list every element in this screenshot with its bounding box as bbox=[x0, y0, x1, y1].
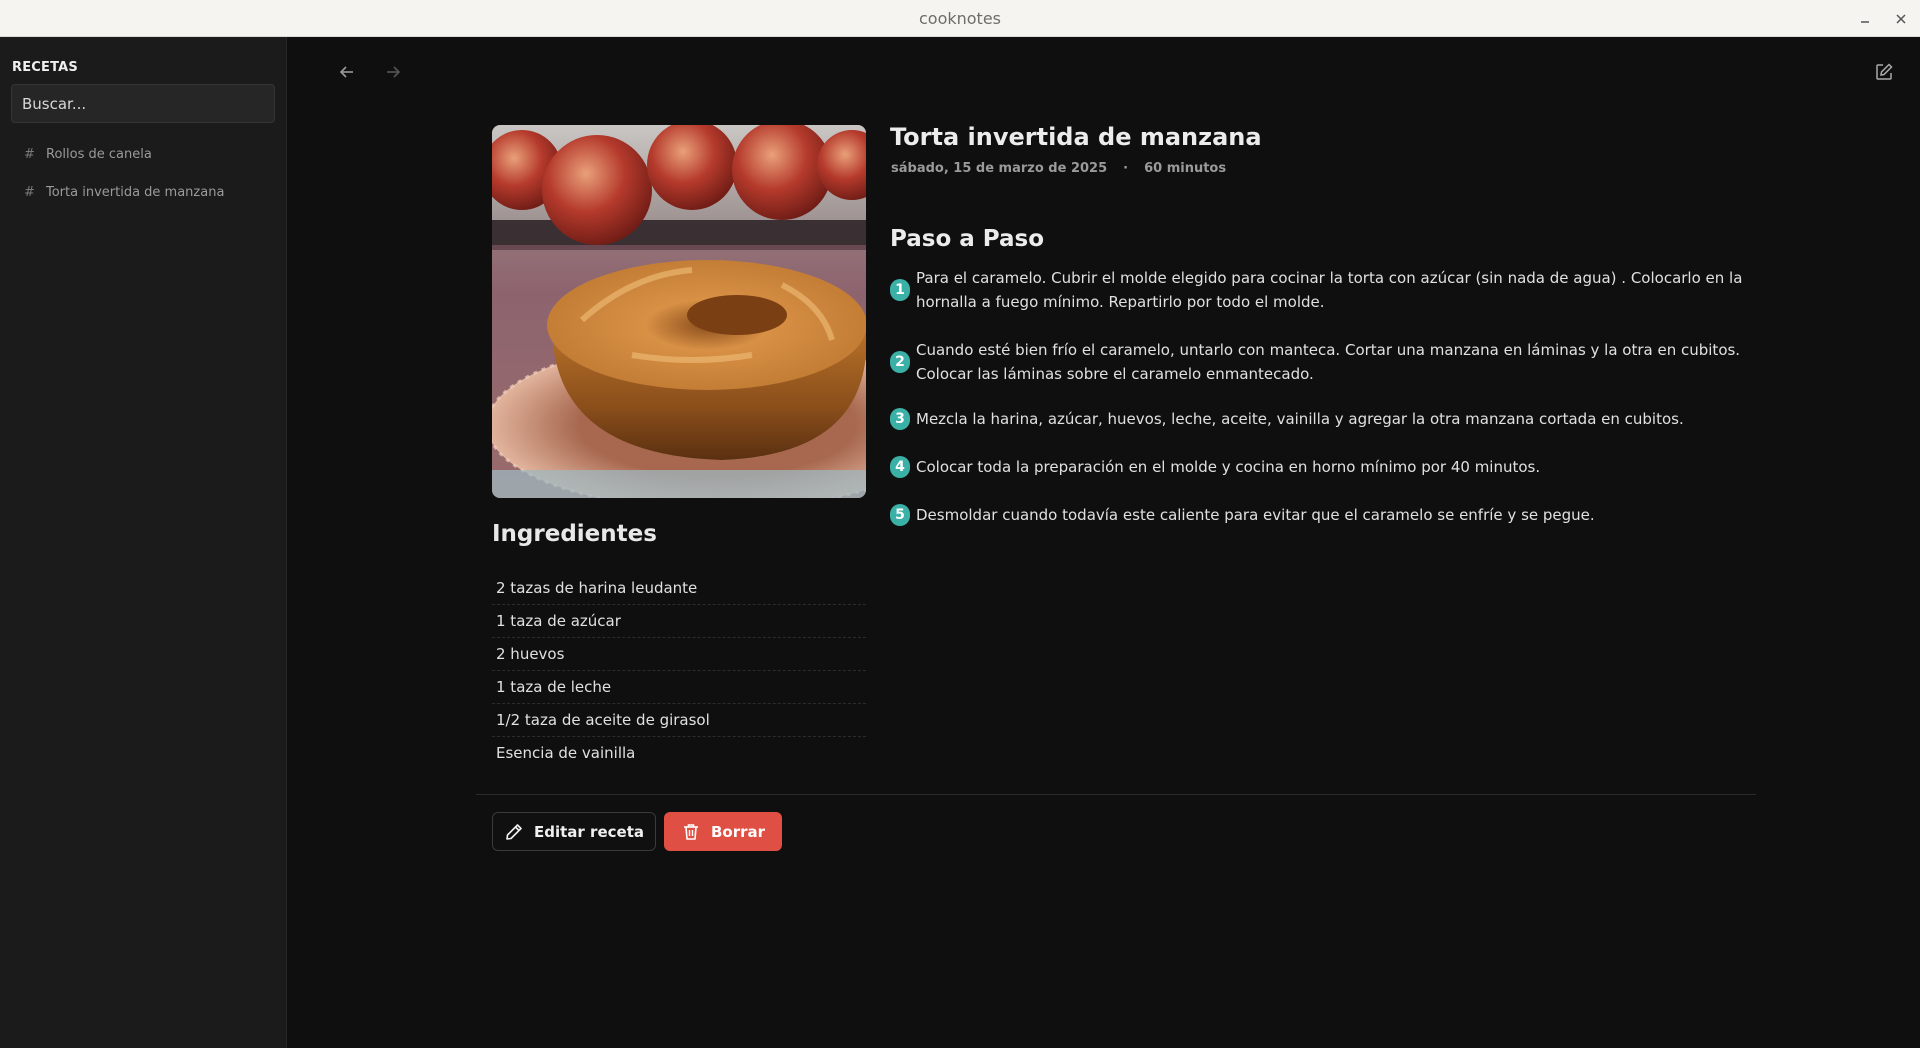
ingredient-item: Esencia de vainilla bbox=[496, 744, 636, 762]
step-number-badge: 5 bbox=[890, 504, 910, 526]
sidebar-item-torta-invertida[interactable]: # Torta invertida de manzana bbox=[12, 173, 276, 211]
close-icon bbox=[1896, 13, 1906, 24]
delete-recipe-label: Borrar bbox=[710, 822, 766, 841]
recipe-date: sábado, 15 de marzo de 2025 bbox=[891, 161, 1108, 176]
recipe-photo bbox=[492, 125, 866, 498]
steps-heading: Paso a Paso bbox=[890, 226, 1045, 252]
window-title: cooknotes bbox=[918, 8, 1002, 28]
pencil-icon bbox=[506, 823, 522, 840]
step-text: Desmoldar cuando todavía este caliente p… bbox=[916, 506, 1595, 524]
sidebar-item-label: Torta invertida de manzana bbox=[46, 184, 225, 200]
ingredient-item: 2 tazas de harina leudante bbox=[492, 572, 866, 605]
edit-recipe-button[interactable]: Editar receta bbox=[492, 812, 656, 851]
search-input[interactable] bbox=[11, 84, 275, 123]
recipe-meta: sábado, 15 de marzo de 2025 · 60 minutos bbox=[891, 161, 1226, 176]
step-item: 5 Desmoldar cuando todavía este caliente… bbox=[890, 503, 1595, 527]
meta-separator: · bbox=[1123, 161, 1129, 176]
edit-note-button[interactable] bbox=[1870, 58, 1898, 86]
ingredient-item: 1 taza de azúcar bbox=[492, 605, 866, 638]
sidebar-item-rollos-de-canela[interactable]: # Rollos de canela bbox=[12, 135, 276, 173]
step-text: Mezcla la harina, azúcar, huevos, leche,… bbox=[916, 410, 1684, 428]
edit-recipe-label: Editar receta bbox=[534, 822, 644, 841]
window-titlebar: cooknotes bbox=[0, 0, 1920, 37]
hash-icon: # bbox=[24, 184, 35, 200]
hash-icon: # bbox=[24, 146, 35, 162]
step-text: Cuando esté bien frío el caramelo, untar… bbox=[916, 341, 1741, 383]
step-number-badge: 1 bbox=[890, 279, 910, 301]
sidebar: RECETAS # Rollos de canela # Torta inver… bbox=[0, 37, 287, 1048]
step-number-badge: 2 bbox=[890, 351, 910, 373]
recipe-title: Torta invertida de manzana bbox=[890, 123, 1262, 151]
arrow-right-icon bbox=[387, 66, 401, 78]
step-item: 3 Mezcla la harina, azúcar, huevos, lech… bbox=[890, 407, 1684, 431]
cake-illustration bbox=[492, 125, 866, 498]
step-item: 1 Para el caramelo. Cubrir el molde eleg… bbox=[890, 266, 1745, 314]
content-divider bbox=[476, 794, 1756, 795]
ingredient-item: 1 taza de leche bbox=[492, 671, 866, 704]
step-item: 2 Cuando esté bien frío el caramelo, unt… bbox=[890, 338, 1745, 386]
ingredients-heading: Ingredientes bbox=[492, 521, 657, 547]
arrow-left-icon bbox=[339, 66, 353, 78]
step-item: 4 Colocar toda la preparación en el mold… bbox=[890, 455, 1540, 479]
step-text: Colocar toda la preparación en el molde … bbox=[916, 458, 1541, 476]
step-text: Para el caramelo. Cubrir el molde elegid… bbox=[916, 269, 1743, 311]
delete-recipe-button[interactable]: Borrar bbox=[664, 812, 782, 851]
ingredients-list: 2 tazas de harina leudante 1 taza de azú… bbox=[492, 572, 866, 769]
step-number-badge: 3 bbox=[890, 408, 910, 430]
minimize-button[interactable] bbox=[1856, 10, 1874, 28]
recipe-duration: 60 minutos bbox=[1144, 161, 1227, 176]
sidebar-title: RECETAS bbox=[12, 60, 78, 75]
trash-icon bbox=[683, 823, 698, 840]
recipe-list: # Rollos de canela # Torta invertida de … bbox=[12, 135, 276, 211]
back-button[interactable] bbox=[333, 58, 361, 86]
minimize-icon bbox=[1861, 20, 1869, 23]
close-button[interactable] bbox=[1892, 10, 1910, 28]
forward-button[interactable] bbox=[379, 58, 407, 86]
ingredient-item: 1/2 taza de aceite de girasol bbox=[492, 704, 866, 737]
sidebar-item-label: Rollos de canela bbox=[46, 146, 152, 162]
ingredient-item: 2 huevos bbox=[492, 638, 866, 671]
step-number-badge: 4 bbox=[890, 456, 910, 478]
edit-note-icon bbox=[1876, 63, 1893, 80]
window-controls bbox=[1856, 0, 1910, 37]
